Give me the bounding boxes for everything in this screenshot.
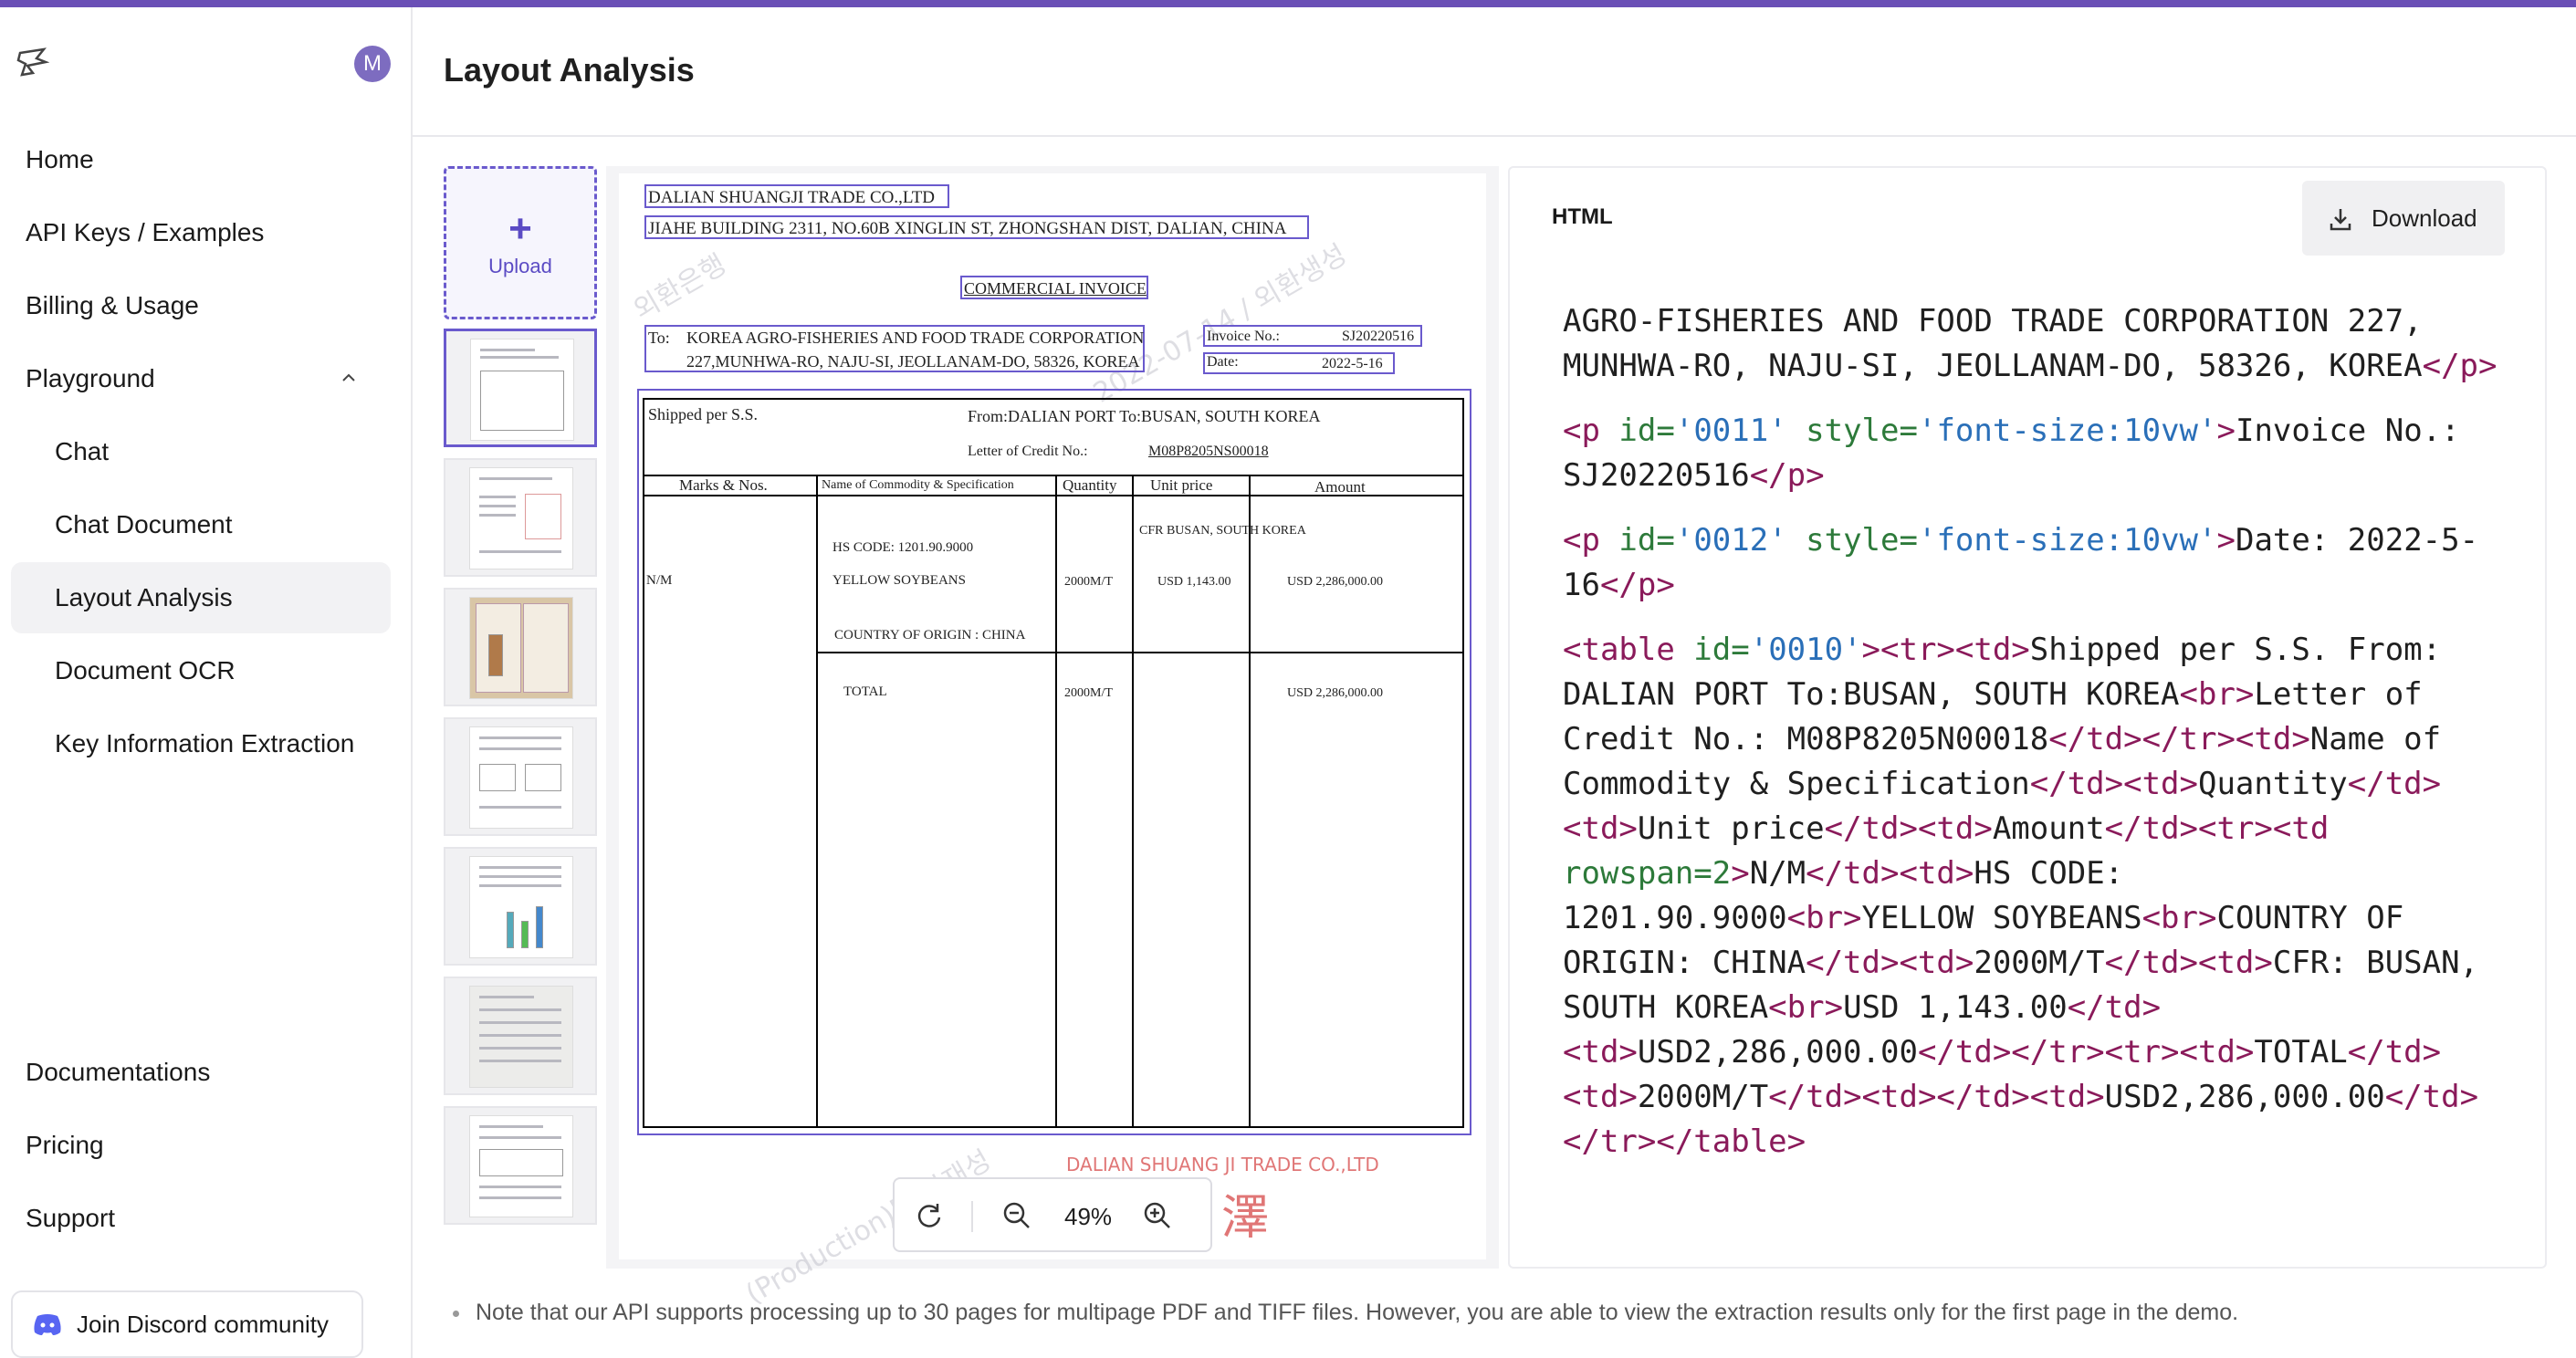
recipient-line-2: 227,MUNHWA-RO, NAJU-SI, JEOLLANAM-DO, 58… xyxy=(686,352,1140,371)
zoom-controls: 49% xyxy=(893,1177,1212,1252)
col-header-commodity: Name of Commodity & Specification xyxy=(822,478,1014,492)
page-thumbnail-3[interactable] xyxy=(444,588,597,706)
sidebar-item-label: Layout Analysis xyxy=(55,583,233,611)
upload-button[interactable]: + Upload xyxy=(444,166,597,319)
sidebar-item-key-information-extraction[interactable]: Key Information Extraction xyxy=(11,708,391,779)
zoom-divider xyxy=(971,1201,973,1232)
header-divider xyxy=(413,135,2576,137)
page-thumbnail-6[interactable] xyxy=(444,977,597,1095)
invoice-page: 외환은행 2022-07-14 / 외환생성 (Production)팀/박재성… xyxy=(619,173,1486,1311)
sidebar-item-label: Chat Document xyxy=(55,510,233,538)
sidebar-item-documentations[interactable]: Documentations xyxy=(11,1037,391,1108)
invoice-no: SJ20220516 xyxy=(1342,329,1415,344)
code-block-3: <p id='0012' style='font-size:10vw'>Date… xyxy=(1563,522,2479,603)
marks-value: N/M xyxy=(646,573,673,588)
sidebar-item-label: Support xyxy=(26,1204,116,1232)
sidebar-item-document-ocr[interactable]: Document OCR xyxy=(11,635,391,706)
sidebar-item-label: Documentations xyxy=(26,1058,211,1086)
item-unit-price: USD 1,143.00 xyxy=(1157,575,1231,589)
invoice-no-label: Invoice No.: xyxy=(1207,329,1280,344)
page-thumbnail-7[interactable] xyxy=(444,1106,597,1225)
date-label: Date: xyxy=(1207,354,1239,370)
item-quantity: 2000M/T xyxy=(1064,575,1113,589)
sidebar-item-pricing[interactable]: Pricing xyxy=(11,1110,391,1181)
origin: COUNTRY OF ORIGIN : CHINA xyxy=(834,628,1026,642)
zoom-out-icon[interactable] xyxy=(1000,1199,1033,1232)
code-block-2: <p id='0011' style='font-size:10vw'>Invo… xyxy=(1563,413,2460,494)
company-name: DALIAN SHUANGJI TRADE CO.,LTD xyxy=(648,188,936,207)
sidebar-item-label: Playground xyxy=(26,364,155,392)
code-block-4: <table id='0010'><tr><td>Shipped per S.S… xyxy=(1563,632,2479,1160)
sidebar-item-home[interactable]: Home xyxy=(11,124,391,195)
download-button[interactable]: Download xyxy=(2302,181,2505,256)
download-icon xyxy=(2330,209,2351,231)
cfr-term: CFR BUSAN, SOUTH KOREA xyxy=(1139,524,1306,538)
sidebar: M Home API Keys / Examples Billing & Usa… xyxy=(0,7,413,1358)
sidebar-item-label: Home xyxy=(26,145,94,173)
sidebar-item-billing[interactable]: Billing & Usage xyxy=(11,270,391,341)
plus-icon: + xyxy=(508,206,532,251)
company-stamp: DALIAN SHUANG JI TRADE CO.,LTD xyxy=(1066,1154,1379,1175)
document-preview[interactable]: 외환은행 2022-07-14 / 외환생성 (Production)팀/박재성… xyxy=(606,166,1499,1311)
signature-stamp: 澤 xyxy=(1221,1191,1270,1246)
route: From:DALIAN PORT To:BUSAN, SOUTH KOREA xyxy=(968,407,1321,425)
sidebar-item-label: Pricing xyxy=(26,1131,104,1159)
col-header-amount: Amount xyxy=(1314,478,1366,496)
company-address: JIAHE BUILDING 2311, NO.60B XINGLIN ST, … xyxy=(648,219,1287,238)
bullet-icon xyxy=(453,1310,459,1317)
discord-icon xyxy=(34,1314,61,1335)
document-title: COMMERCIAL INVOICE xyxy=(964,279,1147,298)
upload-label: Upload xyxy=(488,255,552,277)
page-thumbnail-2[interactable] xyxy=(444,458,597,577)
total-amount: USD 2,286,000.00 xyxy=(1287,686,1384,700)
sidebar-item-label: Chat xyxy=(55,437,110,465)
sidebar-item-chat[interactable]: Chat xyxy=(11,416,391,487)
chevron-up-icon xyxy=(342,373,355,381)
hs-code: HS CODE: 1201.90.9000 xyxy=(832,540,974,555)
sidebar-item-label: Key Information Extraction xyxy=(55,729,355,757)
total-label: TOTAL xyxy=(843,684,887,699)
col-header-unit-price: Unit price xyxy=(1150,476,1213,494)
zoom-in-icon[interactable] xyxy=(1141,1199,1174,1232)
sidebar-item-label: API Keys / Examples xyxy=(26,218,265,246)
invoice-date: 2022-5-16 xyxy=(1322,356,1383,371)
panel-title: HTML xyxy=(1552,204,1613,229)
page-thumbnail-4[interactable] xyxy=(444,717,597,836)
sidebar-item-layout-analysis[interactable]: Layout Analysis xyxy=(11,562,391,633)
sidebar-item-playground[interactable]: Playground xyxy=(11,343,391,414)
lc-label: Letter of Credit No.: xyxy=(968,444,1088,459)
join-discord-button[interactable]: Join Discord community xyxy=(11,1290,363,1358)
sidebar-item-support[interactable]: Support xyxy=(11,1183,391,1254)
lc-number: M08P8205NS00018 xyxy=(1148,444,1269,459)
sidebar-item-label: Billing & Usage xyxy=(26,291,199,319)
item-name: YELLOW SOYBEANS xyxy=(832,573,966,588)
sidebar-item-label: Document OCR xyxy=(55,656,236,684)
user-avatar[interactable]: M xyxy=(354,46,391,82)
table-layout-box xyxy=(637,389,1471,1135)
html-output-panel: HTML Download AGRO-FISHERIES AND FOOD TR… xyxy=(1508,166,2547,1269)
page-title: Layout Analysis xyxy=(444,51,695,89)
to-label: To: xyxy=(648,329,670,347)
col-header-marks: Marks & Nos. xyxy=(679,476,768,494)
zoom-level: 49% xyxy=(1064,1203,1113,1230)
html-code-output[interactable]: AGRO-FISHERIES AND FOOD TRADE CORPORATIO… xyxy=(1563,299,2512,1185)
page-thumbnail-1[interactable] xyxy=(444,329,597,447)
download-label: Download xyxy=(2372,204,2477,232)
app-logo-icon[interactable] xyxy=(16,46,49,78)
page-thumbnail-5[interactable] xyxy=(444,847,597,966)
sidebar-item-api-keys[interactable]: API Keys / Examples xyxy=(11,197,391,268)
footer-note: Note that our API supports processing up… xyxy=(453,1300,2238,1326)
discord-label: Join Discord community xyxy=(77,1311,329,1338)
col-header-quantity: Quantity xyxy=(1063,476,1117,494)
item-amount: USD 2,286,000.00 xyxy=(1287,575,1384,589)
rotate-icon[interactable] xyxy=(913,1199,946,1232)
top-accent-bar xyxy=(0,0,2576,7)
note-text: Note that our API supports processing up… xyxy=(476,1300,2239,1325)
recipient-line-1: KOREA AGRO-FISHERIES AND FOOD TRADE CORP… xyxy=(686,329,1145,347)
total-quantity: 2000M/T xyxy=(1064,686,1113,700)
code-block-1: AGRO-FISHERIES AND FOOD TRADE CORPORATIO… xyxy=(1563,303,2497,384)
shipped-per: Shipped per S.S. xyxy=(648,405,759,423)
sidebar-item-chat-document[interactable]: Chat Document xyxy=(11,489,391,560)
